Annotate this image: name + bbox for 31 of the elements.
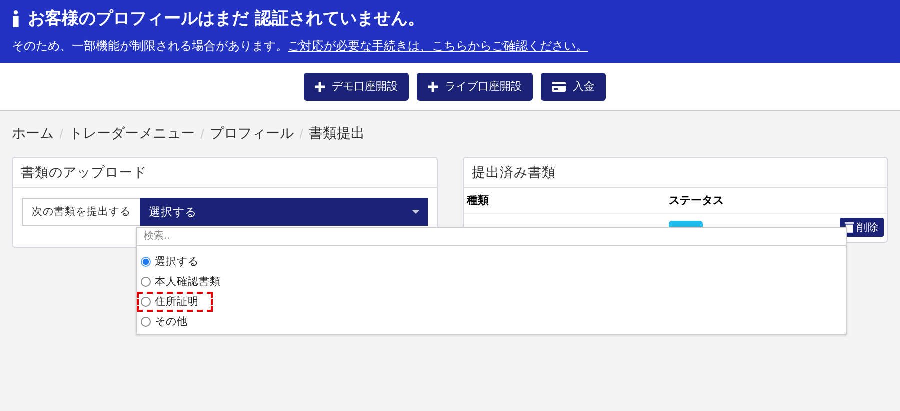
notice-title: お客様のプロフィールはまだ 認証されていません。 <box>28 8 425 30</box>
notice-message: そのため、一部機能が制限される場合があります。 <box>12 39 288 53</box>
action-button[interactable]: ライブ口座開設 <box>417 72 533 100</box>
delete-button[interactable]: 削除 <box>840 218 884 237</box>
plus-icon <box>315 82 325 92</box>
plus-icon <box>428 82 438 92</box>
field-label: 次の書類を提出する <box>22 198 140 226</box>
column-header: ステータス <box>669 193 724 208</box>
action-button[interactable]: 入金 <box>541 72 606 100</box>
column-header: 種類 <box>467 193 490 208</box>
breadcrumb-item[interactable]: 書類提出 <box>309 125 365 143</box>
notice-link[interactable]: ご対応が必要な手続きは、こちらからご確認ください。 <box>288 39 588 53</box>
breadcrumb-item[interactable]: ホーム <box>12 125 54 143</box>
breadcrumb-item[interactable]: トレーダーメニュー <box>69 125 195 143</box>
document-select[interactable]: 選択する <box>140 198 428 226</box>
dropdown-option[interactable]: 本人確認書類 <box>137 272 235 292</box>
dropdown-option[interactable]: 住所証明 <box>137 292 213 312</box>
radio-button[interactable] <box>141 317 151 327</box>
breadcrumb-item[interactable]: プロフィール <box>210 125 294 143</box>
caret-icon <box>412 210 420 214</box>
radio-button[interactable] <box>141 257 151 267</box>
panel-title: 書類のアップロード <box>21 164 147 182</box>
radio-button[interactable] <box>141 277 151 287</box>
dropdown-option[interactable]: その他 <box>137 312 202 332</box>
dropdown-option[interactable]: 選択する <box>137 252 213 272</box>
action-button[interactable]: デモ口座開設 <box>304 72 409 100</box>
search-field[interactable]: 検索.. <box>137 228 846 246</box>
info-icon <box>12 8 20 28</box>
panel-title: 提出済み書類 <box>472 164 556 182</box>
card-icon <box>552 82 566 92</box>
radio-button[interactable] <box>141 297 151 307</box>
